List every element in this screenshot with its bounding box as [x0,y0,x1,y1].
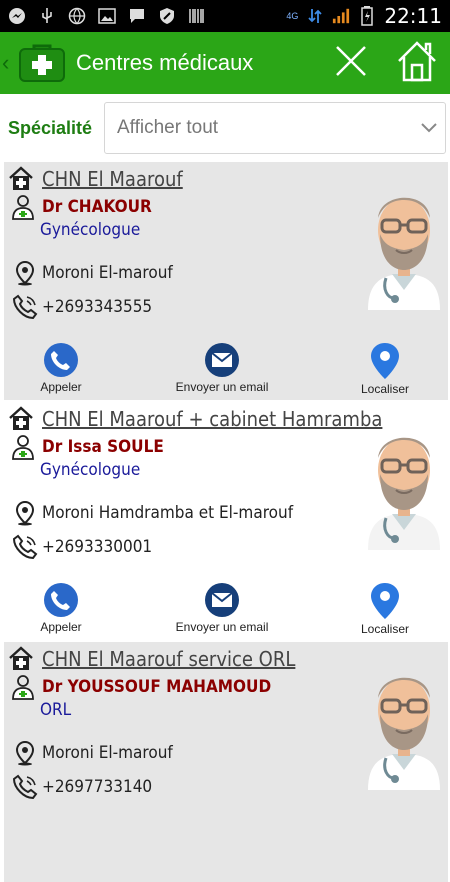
usb-icon [38,7,56,25]
specialty-select-value: Afficher tout [117,117,219,138]
locate-label: Localiser [360,382,410,396]
doctor-icon [10,674,36,700]
doctor-name: Dr YOUSSOUF MAHAMOUD [42,677,272,697]
email-label: Envoyer un email [175,620,269,634]
chevron-down-icon [421,117,437,139]
map-pin-icon [371,583,399,619]
messenger-icon [8,7,26,25]
call-label: Appeler [40,620,82,634]
hospital-icon [8,166,34,192]
globe-icon [68,7,86,25]
center-phone: +2693343555 [42,297,153,317]
phone-icon [44,583,78,617]
phone-icon [12,534,38,560]
call-button[interactable]: Appeler [26,582,96,634]
call-label: Appeler [40,380,82,394]
location-pin-icon [12,500,38,526]
map-pin-icon [371,343,399,379]
list-item: CHN El Maarouf service ORL Dr YOUSSOUF M… [0,642,450,882]
doctor-avatar [362,418,446,550]
email-button[interactable]: Envoyer un email [164,342,280,394]
doctor-avatar [362,658,446,790]
close-icon [334,44,368,83]
center-name[interactable]: CHN El Maarouf [42,167,183,191]
status-bar: 4G 22:11 [0,0,450,32]
doctor-specialty: Gynécologue [40,460,141,480]
center-phone: +2693330001 [42,537,153,557]
home-icon [395,39,439,88]
barcode-icon [188,7,206,25]
centers-list: CHN El Maarouf Dr CHAKOUR Gynécologue Mo… [0,162,450,882]
location-pin-icon [12,260,38,286]
doctor-specialty: ORL [40,700,72,720]
home-button[interactable] [384,32,450,94]
network-type: 4G [286,11,299,21]
center-name[interactable]: CHN El Maarouf + cabinet Hamramba [42,407,382,431]
center-address: Moroni El-marouf [42,743,173,763]
hospital-icon [8,646,34,672]
image-icon [98,7,116,25]
location-pin-icon [12,740,38,766]
doctor-name: Dr CHAKOUR [42,197,152,217]
doctor-name: Dr Issa SOULE [42,437,164,457]
email-button[interactable]: Envoyer un email [164,582,280,634]
app-bar: ‹ Centres médicaux [0,32,450,94]
envelope-icon [205,583,239,617]
close-button[interactable] [318,32,384,94]
medical-kit-icon [18,43,66,83]
signal-icon [332,7,350,25]
specialty-label: Spécialité [8,117,93,138]
doctor-icon [10,194,36,220]
locate-label: Localiser [360,622,410,636]
back-icon[interactable]: ‹ [2,50,12,76]
specialty-select[interactable]: Afficher tout [104,102,446,154]
locate-button[interactable]: Localiser [350,582,420,636]
doctor-avatar [362,178,446,310]
center-address: Moroni El-marouf [42,263,173,283]
call-button[interactable]: Appeler [26,342,96,394]
specialty-filter: Spécialité Afficher tout [0,94,450,162]
chat-icon [128,7,146,25]
hospital-icon [8,406,34,432]
phone-icon [12,294,38,320]
clock: 22:11 [384,4,442,28]
center-phone: +2697733140 [42,777,153,797]
envelope-icon [205,343,239,377]
battery-icon [358,6,376,26]
center-address: Moroni Hamdramba et El-marouf [42,503,294,523]
doctor-specialty: Gynécologue [40,220,141,240]
phone-icon [12,774,38,800]
email-label: Envoyer un email [175,380,269,394]
blocked-icon [158,7,176,25]
list-item: CHN El Maarouf + cabinet Hamramba Dr Iss… [0,402,450,642]
center-name[interactable]: CHN El Maarouf service ORL [42,647,295,671]
card-actions: Appeler Envoyer un email Localiser [4,342,448,400]
page-title: Centres médicaux [76,50,254,75]
doctor-icon [10,434,36,460]
card-actions: Appeler Envoyer un email Localiser [4,582,448,640]
data-transfer-icon [306,7,324,25]
locate-button[interactable]: Localiser [350,342,420,396]
phone-icon [44,343,78,377]
list-item: CHN El Maarouf Dr CHAKOUR Gynécologue Mo… [0,162,450,402]
